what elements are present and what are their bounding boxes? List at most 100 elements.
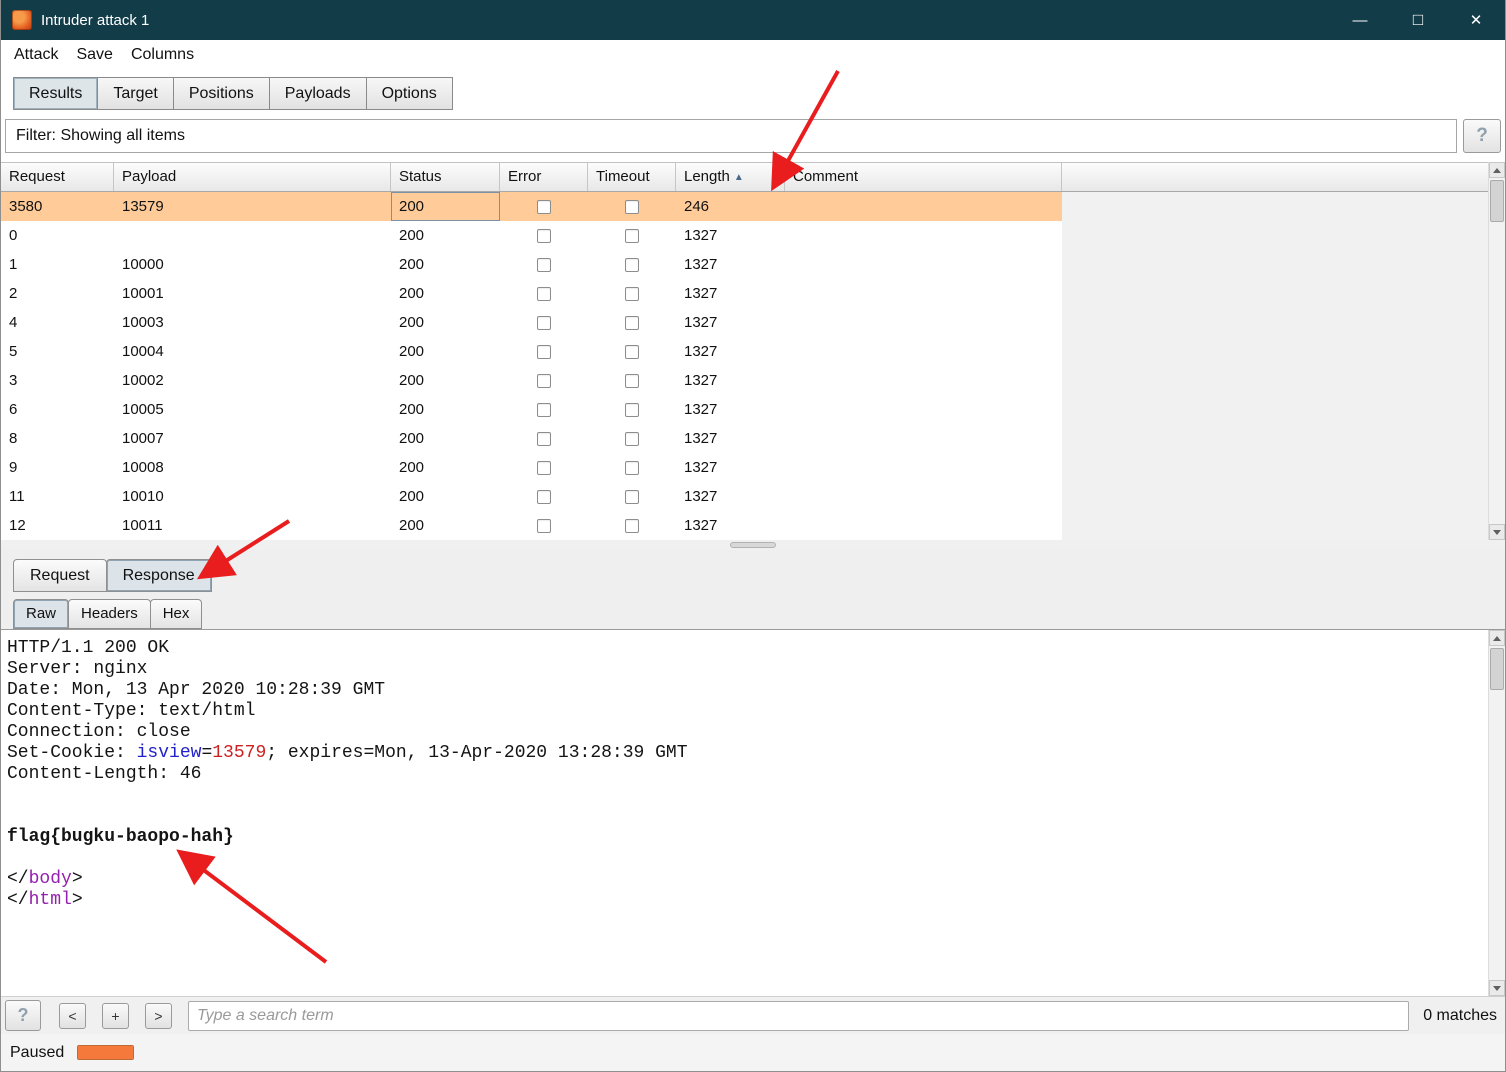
tab-hex[interactable]: Hex <box>149 599 203 629</box>
tab-payloads[interactable]: Payloads <box>268 77 367 110</box>
error-checkbox[interactable] <box>537 460 551 475</box>
filter-bar[interactable]: Filter: Showing all items <box>5 119 1457 153</box>
column-header-length[interactable]: Length ▲ <box>676 163 785 191</box>
error-checkbox[interactable] <box>537 315 551 330</box>
timeout-checkbox[interactable] <box>625 460 639 475</box>
menu-attack[interactable]: Attack <box>5 40 67 70</box>
results-scrollbar[interactable] <box>1488 162 1505 540</box>
error-checkbox[interactable] <box>537 373 551 388</box>
error-checkbox[interactable] <box>537 518 551 533</box>
timeout-checkbox[interactable] <box>625 199 639 214</box>
response-panel[interactable]: HTTP/1.1 200 OK Server: nginx Date: Mon, 1… <box>1 630 1505 996</box>
menu-columns[interactable]: Columns <box>122 40 203 70</box>
tab-headers[interactable]: Headers <box>68 599 151 629</box>
menu-save[interactable]: Save <box>67 40 121 70</box>
scroll-up-icon[interactable] <box>1489 162 1505 178</box>
scroll-down-icon[interactable] <box>1489 980 1505 996</box>
comment-cell <box>785 192 1062 221</box>
response-text: HTTP/1.1 200 OK Server: nginx Date: Mon, 1… <box>1 630 1505 911</box>
tab-positions[interactable]: Positions <box>172 77 270 110</box>
scroll-thumb[interactable] <box>1490 180 1504 222</box>
request-cell: 3 <box>9 372 18 389</box>
response-line: Date: Mon, 13 Apr 2020 10:28:39 GMT <box>7 680 386 700</box>
column-header-request[interactable]: Request <box>1 163 114 191</box>
timeout-checkbox[interactable] <box>625 373 639 388</box>
scroll-up-icon[interactable] <box>1489 630 1505 646</box>
timeout-checkbox[interactable] <box>625 315 639 330</box>
error-checkbox[interactable] <box>537 286 551 301</box>
error-checkbox[interactable] <box>537 257 551 272</box>
tab-target[interactable]: Target <box>97 77 174 110</box>
error-checkbox[interactable] <box>537 402 551 417</box>
table-row[interactable]: 3 10002 200 1327 <box>1 366 1062 395</box>
response-line: flag{bugku-baopo-hah} <box>7 827 234 847</box>
tab-results[interactable]: Results <box>13 77 99 110</box>
tab-options[interactable]: Options <box>365 77 453 110</box>
table-header: Request Payload Status Error Timeout Len… <box>1 162 1505 192</box>
error-checkbox[interactable] <box>537 228 551 243</box>
column-header-comment[interactable]: Comment <box>785 163 1062 191</box>
error-checkbox[interactable] <box>537 344 551 359</box>
payload-cell: 10002 <box>122 372 164 389</box>
table-row[interactable]: 8 10007 200 1327 <box>1 424 1062 453</box>
tab-response[interactable]: Response <box>105 559 212 592</box>
search-help-button[interactable]: ? <box>5 1000 41 1031</box>
titlebar[interactable]: Intruder attack 1 — □ ✕ <box>1 0 1505 40</box>
timeout-checkbox[interactable] <box>625 402 639 417</box>
table-row[interactable]: 4 10003 200 1327 <box>1 308 1062 337</box>
length-cell: 1327 <box>684 430 718 447</box>
table-row[interactable]: 9 10008 200 1327 <box>1 453 1062 482</box>
close-button[interactable]: ✕ <box>1447 0 1505 40</box>
status-label: Paused <box>10 1043 65 1061</box>
search-input[interactable] <box>188 1000 1410 1031</box>
minimize-button[interactable]: — <box>1331 0 1389 40</box>
filter-help-button[interactable]: ? <box>1463 119 1501 153</box>
filter-wrap: Filter: Showing all items ? <box>1 110 1505 162</box>
next-match-button[interactable]: > <box>145 1002 172 1029</box>
maximize-button[interactable]: □ <box>1389 0 1447 40</box>
table-row[interactable]: 5 10004 200 1327 <box>1 337 1062 366</box>
table-row[interactable]: 6 10005 200 1327 <box>1 395 1062 424</box>
column-header-status[interactable]: Status <box>391 163 500 191</box>
results-rows: 3580 13579 200 246 0 200 1327 1 10000 200 1327 2 100… <box>1 192 1505 540</box>
payload-cell: 10003 <box>122 314 164 331</box>
error-checkbox[interactable] <box>537 489 551 504</box>
error-cell <box>500 395 588 424</box>
status-cell: 200 <box>399 372 425 389</box>
timeout-cell <box>588 250 676 279</box>
tab-request[interactable]: Request <box>13 559 107 592</box>
table-row[interactable]: 1 10000 200 1327 <box>1 250 1062 279</box>
length-cell: 1327 <box>684 372 718 389</box>
timeout-checkbox[interactable] <box>625 286 639 301</box>
previous-match-button[interactable]: < <box>59 1002 86 1029</box>
error-checkbox[interactable] <box>537 199 551 214</box>
timeout-checkbox[interactable] <box>625 257 639 272</box>
response-line: </body> <box>7 869 83 889</box>
timeout-checkbox[interactable] <box>625 228 639 243</box>
timeout-checkbox[interactable] <box>625 344 639 359</box>
error-checkbox[interactable] <box>537 431 551 446</box>
tab-raw[interactable]: Raw <box>13 599 70 629</box>
response-scrollbar[interactable] <box>1488 630 1505 996</box>
column-header-timeout[interactable]: Timeout <box>588 163 676 191</box>
table-row[interactable]: 12 10011 200 1327 <box>1 511 1062 540</box>
splitter-grip-icon[interactable] <box>730 542 776 548</box>
attack-progress-bar <box>77 1045 135 1060</box>
request-cell: 3580 <box>9 198 43 215</box>
table-row[interactable]: 11 10010 200 1327 <box>1 482 1062 511</box>
timeout-cell <box>588 192 676 221</box>
error-cell <box>500 250 588 279</box>
scroll-thumb[interactable] <box>1490 648 1504 690</box>
column-header-error[interactable]: Error <box>500 163 588 191</box>
column-header-payload[interactable]: Payload <box>114 163 391 191</box>
table-row[interactable]: 2 10001 200 1327 <box>1 279 1062 308</box>
table-row[interactable]: 0 200 1327 <box>1 221 1062 250</box>
table-row[interactable]: 3580 13579 200 246 <box>1 192 1062 221</box>
timeout-checkbox[interactable] <box>625 431 639 446</box>
scroll-down-icon[interactable] <box>1489 524 1505 540</box>
timeout-checkbox[interactable] <box>625 489 639 504</box>
timeout-checkbox[interactable] <box>625 518 639 533</box>
add-search-button[interactable]: + <box>102 1002 129 1029</box>
pane-splitter[interactable] <box>1 540 1505 550</box>
status-cell: 200 <box>399 401 425 418</box>
